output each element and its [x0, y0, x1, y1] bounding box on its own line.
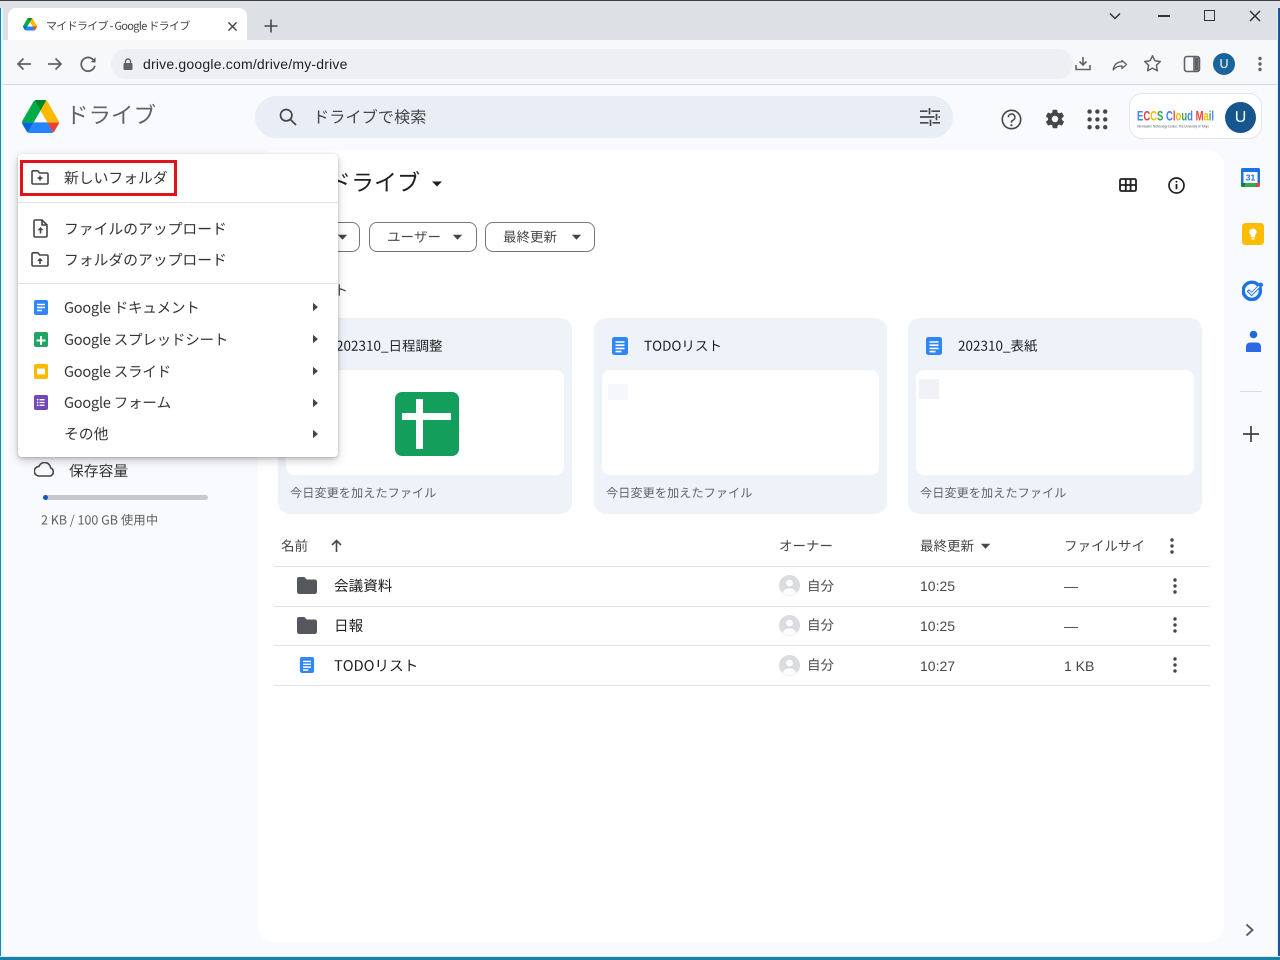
svg-text:31: 31 [1246, 173, 1256, 183]
